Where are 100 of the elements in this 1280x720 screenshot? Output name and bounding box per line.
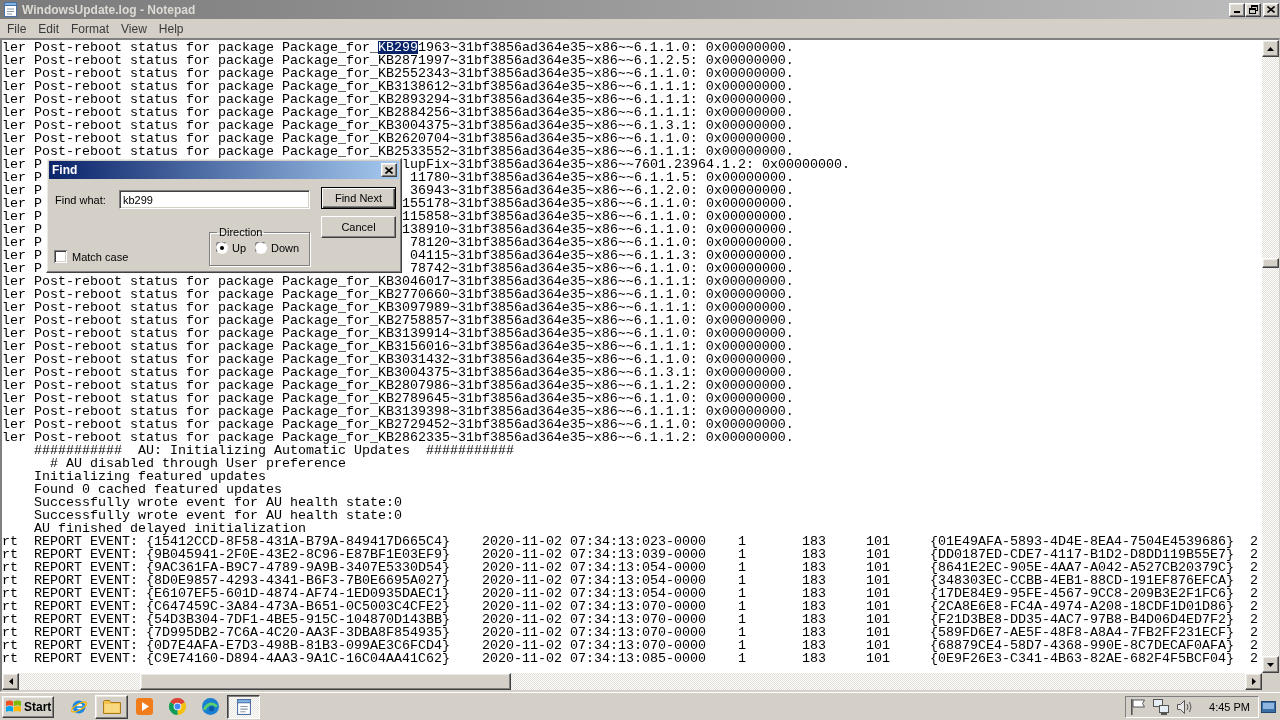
log-text: rt [2,561,18,574]
log-text: rt [2,535,18,548]
log-text: 2 [1250,652,1258,665]
notepad-icon [235,698,252,715]
event-guid: {9B045941-2F0E-43E2-8C96-E87BF1E03EF9} [146,548,450,561]
log-line: ########### AU: Initializing Automatic Updates ########### [34,444,514,457]
log-text: 2 [1250,561,1258,574]
event-guid: {2CA8E6E8-FC4A-4974-A208-18CDF1D01D86} [930,600,1234,613]
event-guid: {C9E74160-D894-4AA3-9A1C-16C04AA41C62} [146,652,450,665]
log-line: # AU disabled through User preference [50,457,346,470]
scrollbar-thumb[interactable] [140,673,511,690]
close-icon [385,166,393,174]
menu-item[interactable]: Edit [32,20,66,37]
event-value: 101 [866,626,890,639]
event-value: 101 [866,548,890,561]
log-line: ler Post-reboot status for package Package_for_KB3156016~31bf3856ad364e35~x86~~6.1.1.1: 0x00000000. [2,340,794,353]
event-value: 183 [802,548,826,561]
flag-icon[interactable] [1131,698,1146,715]
timestamp: 2020-11-02 07:34:13:070-0000 [482,639,706,652]
log-line: ler Post-reboot status for package Package_for_ [2,41,378,54]
log-line: ler Post-reboot status for package Package_for_KB2770660~31bf3856ad364e35~x86~~6.1.1.0: 0x00000000. [2,288,794,301]
show-desktop-icon[interactable] [1261,700,1276,713]
taskbar-button[interactable] [227,694,260,719]
network-icon[interactable] [1153,698,1170,715]
log-text: 2 [1250,626,1258,639]
log-line: ler Post-reboot status for package Package_for_KB2533552~31bf3856ad364e35~x86~~6.1.1.1: 0x00000000. [2,145,794,158]
timestamp: 2020-11-02 07:34:13:039-0000 [482,548,706,561]
log-line: ler Post-reboot status for package Package_for_KB3031432~31bf3856ad364e35~x86~~6.1.1.0: 0x00000000. [2,353,794,366]
event-label: REPORT EVENT: [34,626,138,639]
restore-button[interactable] [1245,2,1261,17]
timestamp: 2020-11-02 07:34:13:070-0000 [482,626,706,639]
event-label: REPORT EVENT: [34,613,138,626]
event-value: 183 [802,561,826,574]
event-guid: {0D7E4AFA-E7D3-498B-81B3-099AE3C6FCD4} [146,639,450,652]
log-line: ler Post-reboot status for package Package_for_KB2789645~31bf3856ad364e35~x86~~6.1.1.0: 0x00000000. [2,392,794,405]
event-label: REPORT EVENT: [34,587,138,600]
event-label: REPORT EVENT: [34,535,138,548]
close-button[interactable] [1263,2,1279,17]
start-button[interactable]: Start [2,695,54,718]
log-line: 1963~31bf3856ad364e35~x86~~6.1.1.0: 0x00000000. [417,41,794,54]
timestamp: 2020-11-02 07:34:13:023-0000 [482,535,706,548]
caret-left-icon [8,678,13,685]
scrollbar-thumb[interactable] [1262,258,1279,268]
log-line: ler P [2,171,42,184]
cancel-button[interactable]: Cancel [321,216,396,238]
event-value: 183 [802,535,826,548]
scroll-up-button[interactable] [1262,40,1279,57]
text-area[interactable] [2,40,1262,673]
caret-right-icon [1251,678,1256,685]
menu-item[interactable]: File [1,20,33,37]
scroll-left-button[interactable] [2,673,19,690]
event-value: 1 [738,574,746,587]
log-text: rt [2,587,18,600]
log-line: 155178~31bf3856ad364e35~x86~~6.1.1.0: 0x00000000. [402,197,794,210]
radio-option[interactable]: Up [216,242,247,254]
text-field[interactable]: kb299 [119,190,310,209]
caret-up-icon [1267,46,1274,51]
log-line: ler P [2,210,42,223]
event-label: REPORT EVENT: [34,548,138,561]
menu-item[interactable]: View [115,20,153,37]
log-line: 138910~31bf3856ad364e35~x86~~6.1.1.0: 0x00000000. [402,223,794,236]
event-guid: {8D0E9857-4293-4341-B6F3-7B0E6695A027} [146,574,450,587]
event-label: REPORT EVENT: [34,652,138,665]
event-guid: {DD0187ED-CDE7-4117-B1D2-D8DD119B55E7} [930,548,1234,561]
log-line: ler Post-reboot status for package Package_for_KB2758857~31bf3856ad364e35~x86~~6.1.1.0: 0x00000000. [2,314,794,327]
menu-item[interactable]: Help [152,20,190,37]
log-text: 2 [1250,587,1258,600]
checkbox[interactable]: Match case [54,250,129,263]
timestamp: 2020-11-02 07:34:13:054-0000 [482,587,706,600]
event-value: 101 [866,535,890,548]
scroll-right-button[interactable] [1245,673,1262,690]
log-line: ler Post-reboot status for package Package_for_KB2807986~31bf3856ad364e35~x86~~6.1.1.2: 0x00000000. [2,379,794,392]
event-value: 1 [738,652,746,665]
log-text: 2 [1250,639,1258,652]
dialog-title: Find [52,163,78,177]
find-next-button[interactable]: Find Next [321,187,396,209]
event-guid: {348303EC-CCBB-4EB1-88CD-191EF876EFCA} [930,574,1234,587]
event-guid: {15412CCD-8F58-431A-B79A-849417D665C4} [146,535,450,548]
event-label: REPORT EVENT: [34,561,138,574]
scroll-down-button[interactable] [1262,656,1279,673]
event-value: 101 [866,587,890,600]
log-line: ler Post-reboot status for package Package_for_KB3138612~31bf3856ad364e35~x86~~6.1.1.1: 0x00000000. [2,80,794,93]
event-guid: {F21D3BE8-DD35-4AC7-97B8-B4D06D4ED7F2} [930,613,1234,626]
event-value: 1 [738,587,746,600]
log-line: ler Post-reboot status for package Package_for_KB2871997~31bf3856ad364e35~x86~~6.1.2.5: 0x00000000. [2,54,794,67]
speaker-icon[interactable] [1177,699,1194,714]
color-wheel-icon [169,698,186,715]
log-line: 78742~31bf3856ad364e35~x86~~6.1.1.0: 0x00000000. [410,262,794,275]
minimize-button[interactable] [1229,2,1245,17]
log-line: ler Post-reboot status for package Package_for_KB2884256~31bf3856ad364e35~x86~~6.1.1.1: 0x00000000. [2,106,794,119]
event-value: 183 [802,639,826,652]
log-text: 2 [1250,613,1258,626]
window-title: WindowsUpdate.log - Notepad [22,2,197,17]
radio-option[interactable]: Down [255,242,300,254]
field-label: Find what: [55,193,106,206]
event-value: 183 [802,574,826,587]
event-guid: {589FD6E7-AE5F-48F8-A8A4-7FB2FF231ECF} [930,626,1234,639]
close-button[interactable] [381,163,397,177]
menu-item[interactable]: Format [65,20,116,37]
four-pane-flag-icon [6,700,21,713]
